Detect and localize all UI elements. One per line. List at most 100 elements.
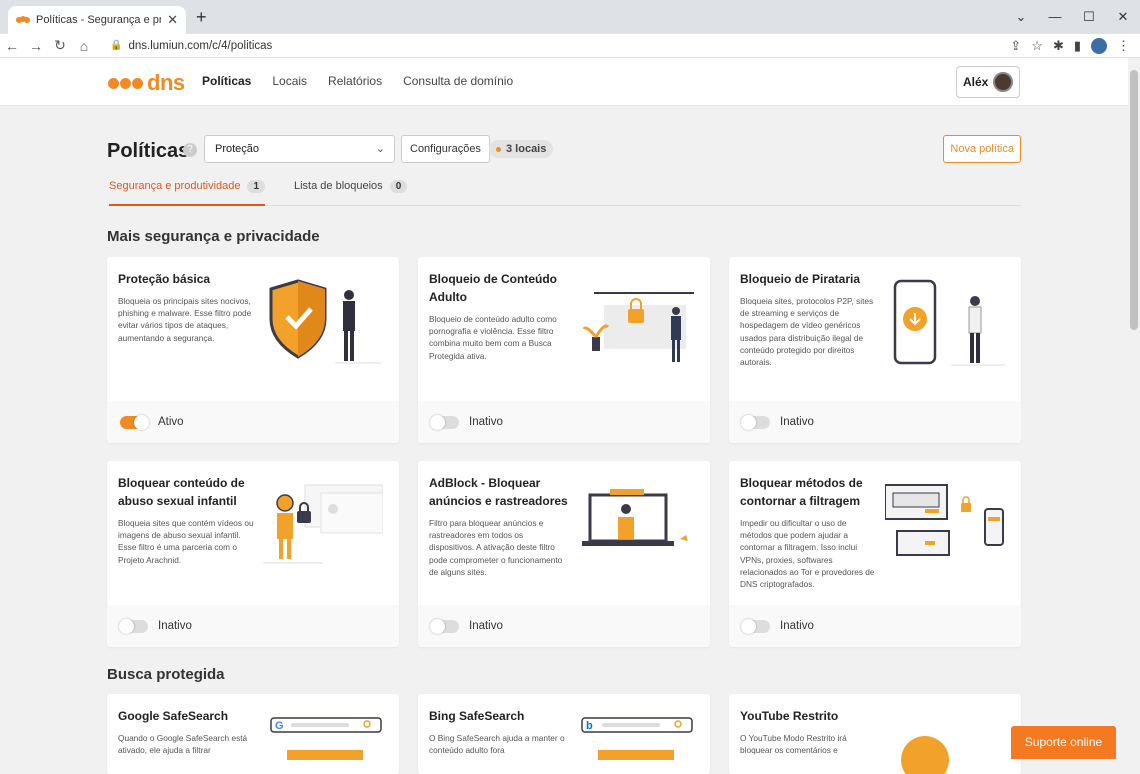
filter-toggle[interactable] [741,618,770,634]
filter-toggle[interactable] [120,414,149,430]
support-online-button[interactable]: Suporte online [1011,726,1116,759]
profile-avatar[interactable] [1091,37,1107,54]
card-description: Bloqueia os principais sites nocivos, ph… [118,296,252,343]
adblock-laptop-illustration-icon [582,489,688,546]
new-policy-button[interactable]: Nova política [943,135,1021,163]
child-protection-illustration-icon [263,484,383,564]
filter-card: Bloqueio de Pirataria Bloqueia sites, pr… [729,257,1021,443]
card-description: O YouTube Modo Restrito irá bloquear os … [740,733,847,756]
nav-relatorios[interactable]: Relatórios [328,74,382,88]
tab-count: 0 [389,180,408,193]
filter-status: Inativo [780,416,814,428]
card-description: Bloqueia sites, protocolos P2P, sites de… [740,296,874,368]
browser-tab[interactable]: Políticas - Segurança e produtivid ✕ [8,6,186,34]
tab-label: Segurança e produtividade [109,180,241,192]
card-description: Bloqueio de conteúdo adulto como pornogr… [429,314,557,361]
filter-card: Bloquear métodos de contornar a filtrage… [729,461,1021,647]
close-window-icon[interactable]: ✕ [1106,0,1140,34]
browser-extensions: ⇪ ☆ ✱ ▮ ⋮ [1010,37,1140,54]
home-icon[interactable]: ⌂ [72,38,96,54]
vpn-devices-illustration-icon [885,484,1004,556]
locations-badge[interactable]: 3 locais [489,140,554,158]
minimize-icon[interactable]: — [1038,0,1072,34]
nav-consulta-dominio[interactable]: Consulta de domínio [403,74,513,88]
new-tab-icon[interactable]: + [196,7,207,28]
browser-tab-title: Políticas - Segurança e produtivid [36,14,162,26]
tab-seguranca-produtividade[interactable]: Segurança e produtividade 1 [109,180,266,206]
user-menu-button[interactable]: Aléx [956,66,1020,98]
filter-card: Bloqueio de Conteúdo Adulto Bloqueio de … [418,257,710,443]
filter-card: AdBlock - Bloquear anúncios e rastreador… [418,461,710,647]
browser-menu-icon[interactable]: ⋮ [1117,38,1130,54]
filter-status: Inativo [469,416,503,428]
logo-cloud-icon [108,77,143,89]
config-button[interactable]: Configurações [401,135,490,163]
main-nav: Políticas Locais Relatórios Consulta de … [202,74,513,88]
card-title: Proteção básica [118,272,211,286]
reload-icon[interactable]: ↻ [48,37,72,54]
card-footer: Inativo [729,401,1021,443]
filter-status: Inativo [469,620,503,632]
safesearch-card: Bing SafeSearch O Bing SafeSearch ajuda … [418,694,710,774]
card-title: Bloquear métodos de contornar a filtrage… [740,476,863,508]
browser-tabbar: Políticas - Segurança e produtivid ✕ + ⌄… [0,0,1140,34]
bookmark-star-icon[interactable]: ☆ [1031,38,1043,54]
policy-select-value: Proteção [215,143,260,155]
url-bar[interactable]: 🔒 dns.lumiun.com/c/4/politicas [102,35,1004,57]
page-title: Políticas [107,140,190,162]
extensions-puzzle-icon[interactable]: ✱ [1053,38,1064,54]
card-description: Bloqueia sites que contém vídeos ou imag… [118,518,254,565]
filter-card-grid: Proteção básica Bloqueia os principais s… [107,257,1021,647]
card-footer: Inativo [729,605,1021,647]
phone-download-illustration-icon [893,279,1005,366]
url-text: dns.lumiun.com/c/4/politicas [128,39,273,52]
bing-search-bar-illustration-icon: b [581,717,693,760]
section-title: Busca protegida [107,666,225,683]
dns-logo[interactable]: dns [108,70,185,96]
share-icon[interactable]: ⇪ [1010,38,1021,54]
help-icon[interactable]: ? [183,143,197,157]
badge-dot-icon [496,146,501,152]
nav-politicas[interactable]: Políticas [202,74,251,88]
card-description: Impedir ou dificultar o uso de métodos q… [740,518,875,590]
filter-toggle[interactable] [430,414,459,430]
maximize-icon[interactable]: ☐ [1072,0,1106,34]
forward-icon[interactable]: → [24,38,48,54]
filter-status: Inativo [780,620,814,632]
nav-locais[interactable]: Locais [272,74,307,88]
back-icon[interactable]: ← [0,38,24,54]
card-footer: Inativo [418,605,710,647]
card-description: O Bing SafeSearch ajuda a manter o conte… [429,733,565,756]
filter-toggle[interactable] [119,618,148,634]
close-tab-icon[interactable]: ✕ [167,12,178,28]
card-title: Bloquear conteúdo de abuso sexual infant… [118,476,245,508]
filter-card: Bloquear conteúdo de abuso sexual infant… [107,461,399,647]
user-avatar [993,72,1013,92]
main-content: Políticas ? Proteção ⌄ Configurações 3 l… [107,96,1021,774]
tab-lista-bloqueios[interactable]: Lista de bloqueios 0 [294,180,408,193]
card-description: Filtro para bloquear anúncios e rastread… [429,518,563,577]
chevron-down-icon: ⌄ [375,143,385,155]
card-footer: Inativo [107,605,399,647]
tab-search-icon[interactable]: ⌄ [1004,0,1038,34]
card-description: Quando o Google SafeSearch está ativado,… [118,733,248,756]
scrollbar-thumb[interactable] [1130,70,1138,330]
filter-status: Inativo [158,620,192,632]
card-footer: Ativo [107,401,399,443]
card-title: AdBlock - Bloquear anúncios e rastreador… [429,476,568,508]
tab-label: Lista de bloqueios [294,180,383,192]
page-scrollbar[interactable] [1128,58,1140,759]
address-bar-row: ← → ↻ ⌂ 🔒 dns.lumiun.com/c/4/politicas ⇪… [0,34,1140,58]
adult-lock-illustration-icon [582,292,694,362]
lock-icon: 🔒 [110,40,123,51]
youtube-illustration-icon [901,736,949,774]
sidepanel-icon[interactable]: ▮ [1074,38,1081,54]
filter-toggle[interactable] [741,414,770,430]
policy-select[interactable]: Proteção ⌄ [204,135,395,163]
google-search-bar-illustration-icon: G [270,717,382,760]
safesearch-card: Google SafeSearch Quando o Google SafeSe… [107,694,399,774]
logo-text: dns [147,70,185,95]
card-title: Bloqueio de Pirataria [740,272,861,286]
filter-toggle[interactable] [430,618,459,634]
locations-badge-text: 3 locais [506,143,547,155]
